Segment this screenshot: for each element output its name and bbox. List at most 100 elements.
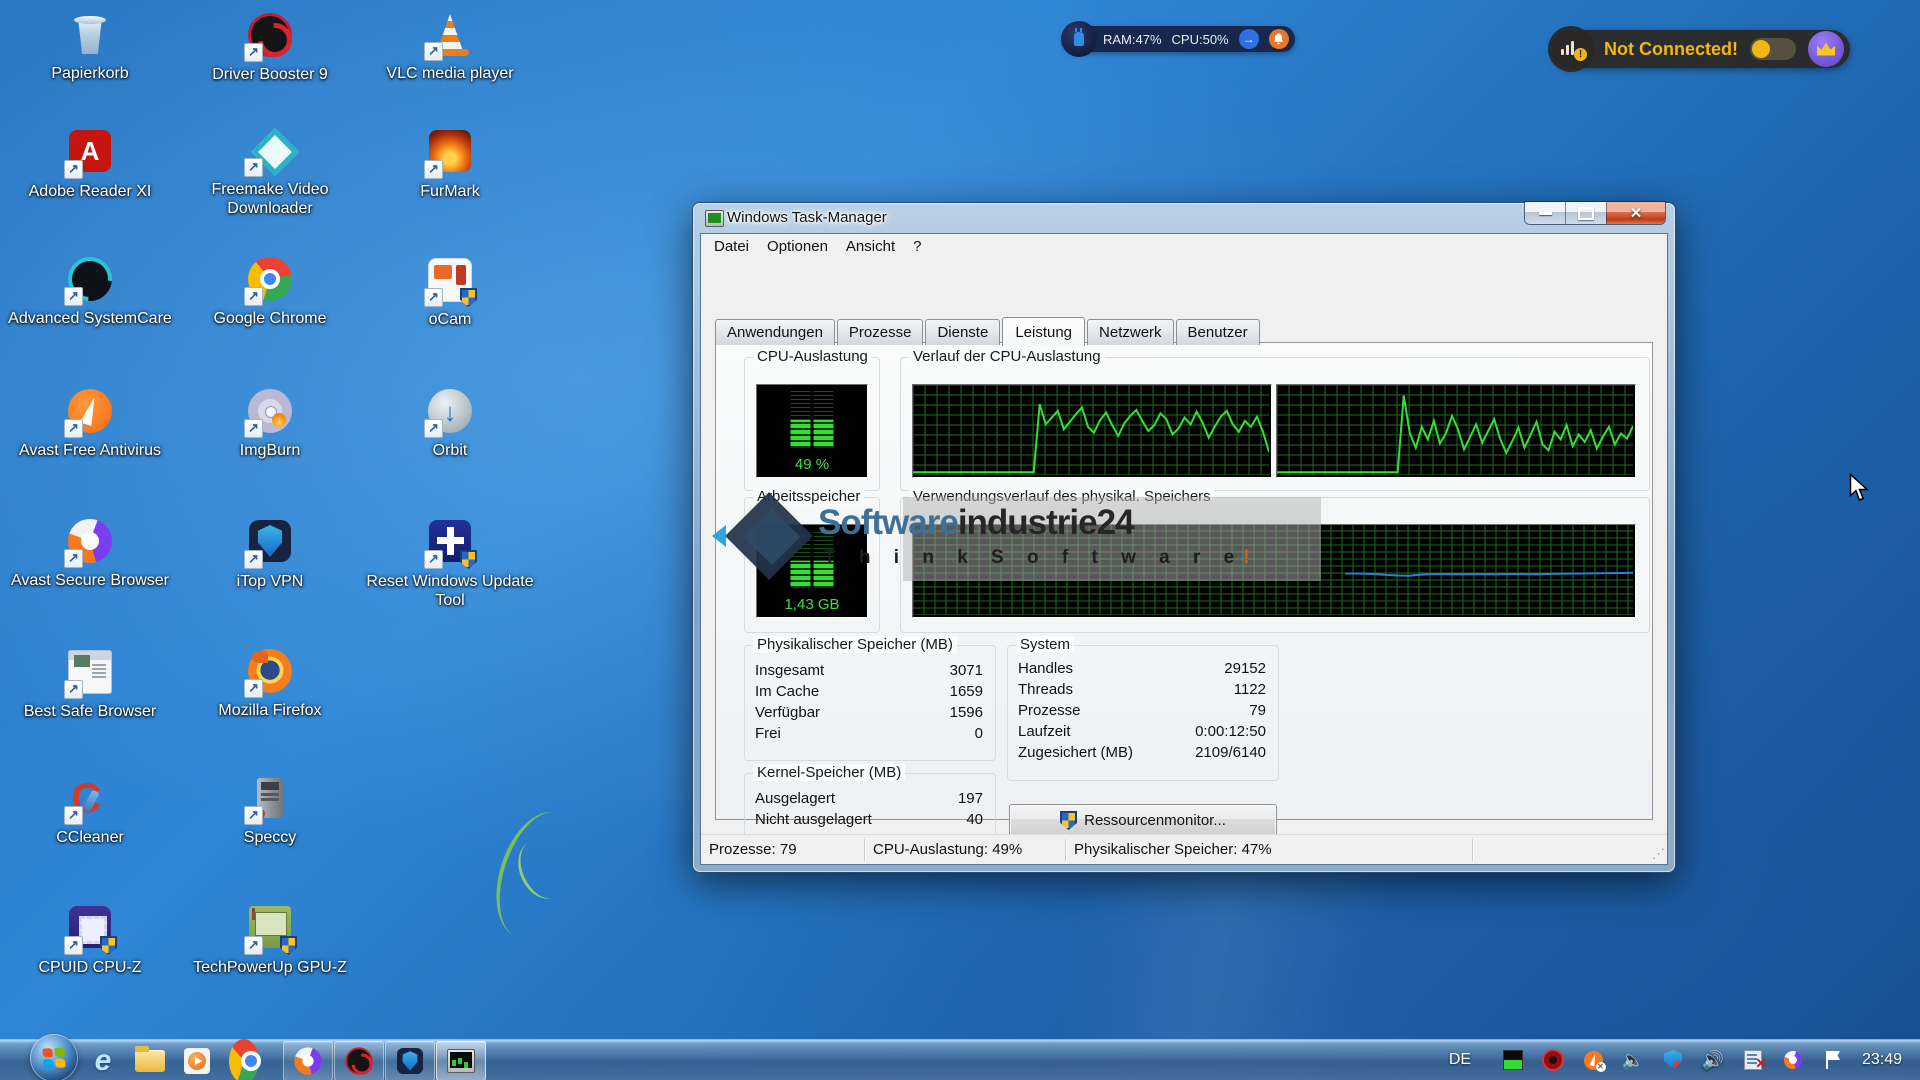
desktop-icon-best-safe-browser[interactable]: ↗Best Safe Browser	[5, 648, 175, 721]
desktop-icon-orbit[interactable]: ↓↗Orbit	[365, 388, 535, 460]
start-button[interactable]	[30, 1034, 78, 1080]
vpn-performance-widget[interactable]: RAM:47% CPU:50% →	[1063, 25, 1295, 53]
app-icon: ↗	[247, 13, 293, 59]
app-icon: ↗	[427, 130, 473, 176]
signal-orb[interactable]: !	[1548, 26, 1594, 72]
desktop-icon-speccy[interactable]: ↗ Speccy	[185, 776, 355, 847]
notification-bell-button[interactable]	[1269, 29, 1289, 49]
app-icon: ↗	[247, 776, 293, 822]
taskbar-button-taskmgr-active[interactable]	[436, 1041, 486, 1080]
vpn-toggle-switch[interactable]	[1750, 38, 1796, 60]
taskbar-icon-ie[interactable]: e	[88, 1046, 118, 1076]
app-icon: ↗	[247, 520, 293, 566]
desktop-icon-reset-windows-update-tool[interactable]: ↗Reset Windows Update Tool	[365, 518, 535, 610]
desktop-icon-techpowerup-gpu-z[interactable]: ↗ TechPowerUp GPU-Z	[185, 904, 355, 977]
taskbar-button-asb[interactable]	[283, 1041, 333, 1080]
taskbar-icon-wmp[interactable]	[182, 1046, 212, 1076]
window-title: Windows Task-Manager	[727, 209, 887, 226]
shortcut-arrow-icon: ↗	[244, 419, 263, 438]
desktop-icon-label: Speccy	[185, 828, 355, 847]
tray-icon-itop-tray[interactable]	[1655, 1040, 1691, 1080]
stat-row: Ausgelagert197	[745, 788, 995, 809]
desktop-icon-furmark[interactable]: ↗ FurMark	[365, 128, 535, 201]
title-bar[interactable]: Windows Task-Manager ✕	[693, 203, 1675, 233]
desktop-icon-advanced-systemcare[interactable]: ↗Advanced SystemCare	[5, 256, 175, 328]
taskbar[interactable]: e ✕🔈🔊✕ DE 23:49	[0, 1040, 1920, 1080]
desktop-icon-driver-booster-9[interactable]: ↗Driver Booster 9	[185, 12, 355, 84]
shortcut-arrow-icon: ↗	[64, 287, 83, 306]
memory-gauge-label: Arbeitsspeicher	[753, 488, 864, 505]
shortcut-arrow-icon: ↗	[244, 936, 263, 955]
expand-arrow-button[interactable]: →	[1239, 29, 1259, 49]
menu-help[interactable]: ?	[904, 234, 930, 259]
desktop-icon-freemake-video-downloader[interactable]: ↗ Freemake Video Downloader	[185, 128, 355, 218]
taskbar-button-booster[interactable]	[334, 1041, 384, 1080]
status-bar: Prozesse: 79 CPU-Auslastung: 49% Physika…	[701, 834, 1667, 864]
resize-grip[interactable]: ⋰	[1652, 846, 1665, 862]
desktop-screen: Papierkorb↗Driver Booster 9↗VLC media pl…	[0, 0, 1920, 1080]
close-button[interactable]: ✕	[1606, 202, 1665, 224]
language-indicator[interactable]: DE	[1440, 1040, 1480, 1080]
taskbar-icon-explorer[interactable]	[135, 1046, 165, 1076]
physical-memory-label: Physikalischer Speicher (MB)	[753, 636, 957, 653]
app-icon: ↗	[67, 906, 113, 952]
tray-icon-audio-muted[interactable]: 🔈	[1615, 1040, 1651, 1080]
app-icon: ↗	[427, 12, 473, 58]
desktop-icon-label: Google Chrome	[185, 309, 355, 328]
desktop-icon-avast-free-antivirus[interactable]: ↗Avast Free Antivirus	[5, 388, 175, 460]
cpu-usage-value: 49 %	[757, 456, 867, 473]
desktop-icon-papierkorb[interactable]: Papierkorb	[5, 12, 175, 83]
tray-icon-volume[interactable]: 🔊	[1695, 1040, 1731, 1080]
premium-crown-button[interactable]	[1808, 31, 1844, 67]
shortcut-arrow-icon: ↗	[244, 158, 263, 177]
taskbar-icon-chrome[interactable]	[229, 1046, 259, 1076]
app-icon: ↗	[247, 257, 293, 303]
desktop-icon-vlc-media-player[interactable]: ↗ VLC media player	[365, 12, 535, 83]
desktop-icon-label: VLC media player	[365, 64, 535, 83]
vpn-connection-widget[interactable]: ! Not Connected!	[1552, 29, 1850, 69]
app-icon: A↗	[67, 130, 113, 176]
tray-icon-scheduler-x[interactable]: ✕	[1735, 1040, 1771, 1080]
vpn-widget-orb[interactable]	[1061, 21, 1097, 57]
resource-monitor-button[interactable]: Ressourcenmonitor...	[1009, 804, 1277, 837]
maximize-button[interactable]	[1565, 202, 1606, 224]
desktop-icon-label: FurMark	[365, 182, 535, 201]
ram-usage-text: RAM:47%	[1103, 32, 1162, 47]
close-icon: ✕	[1630, 206, 1643, 221]
desktop-icon-cpuid-cpu-z[interactable]: ↗CPUID CPU-Z	[5, 904, 175, 977]
tray-icon-asb-tray[interactable]	[1775, 1040, 1811, 1080]
menu-ansicht[interactable]: Ansicht	[837, 234, 904, 259]
desktop-icon-mozilla-firefox[interactable]: ↗Mozilla Firefox	[185, 648, 355, 720]
tab-netzwerk[interactable]: Netzwerk	[1087, 319, 1174, 345]
tray-icon-booster-tray[interactable]	[1535, 1040, 1571, 1080]
tab-benutzer[interactable]: Benutzer	[1176, 319, 1260, 345]
desktop-icon-label: TechPowerUp GPU-Z	[185, 958, 355, 977]
taskbar-button-itop[interactable]	[385, 1041, 435, 1080]
resource-monitor-label: Ressourcenmonitor...	[1084, 812, 1226, 829]
desktop-icon-ccleaner[interactable]: C↗CCleaner	[5, 776, 175, 847]
menu-optionen[interactable]: Optionen	[758, 234, 837, 259]
tray-icon-avast-tray[interactable]: ✕	[1575, 1040, 1611, 1080]
desktop-icon-adobe-reader-xi[interactable]: A↗Adobe Reader XI	[5, 128, 175, 201]
menu-datei[interactable]: Datei	[705, 234, 758, 259]
desktop-icon-label: Papierkorb	[5, 64, 175, 83]
desktop-icon-itop-vpn[interactable]: ↗iTop VPN	[185, 518, 355, 591]
desktop-icon-google-chrome[interactable]: ↗ Google Chrome	[185, 256, 355, 328]
desktop-icon-label: Freemake Video Downloader	[185, 180, 355, 218]
desktop-icon-avast-secure-browser[interactable]: ↗Avast Secure Browser	[5, 518, 175, 590]
minimize-button[interactable]	[1525, 202, 1565, 224]
tab-anwendungen[interactable]: Anwendungen	[715, 319, 835, 345]
app-icon: ↗	[67, 257, 113, 303]
tab-dienste[interactable]: Dienste	[925, 319, 1000, 345]
taskbar-clock[interactable]: 23:49	[1862, 1040, 1902, 1080]
tray-icon-ram-meter[interactable]	[1495, 1040, 1531, 1080]
maximize-icon	[1578, 207, 1594, 220]
shortcut-arrow-icon: ↗	[64, 806, 83, 825]
connection-status-text: Not Connected!	[1604, 39, 1738, 60]
tab-leistung[interactable]: Leistung	[1002, 317, 1085, 346]
desktop-icon-ocam[interactable]: ↗oCam	[365, 256, 535, 329]
tab-prozesse[interactable]: Prozesse	[837, 319, 924, 345]
tray-icon-action-flag[interactable]	[1815, 1040, 1851, 1080]
task-manager-icon	[705, 210, 724, 227]
desktop-icon-imgburn[interactable]: ↗ImgBurn	[185, 388, 355, 460]
